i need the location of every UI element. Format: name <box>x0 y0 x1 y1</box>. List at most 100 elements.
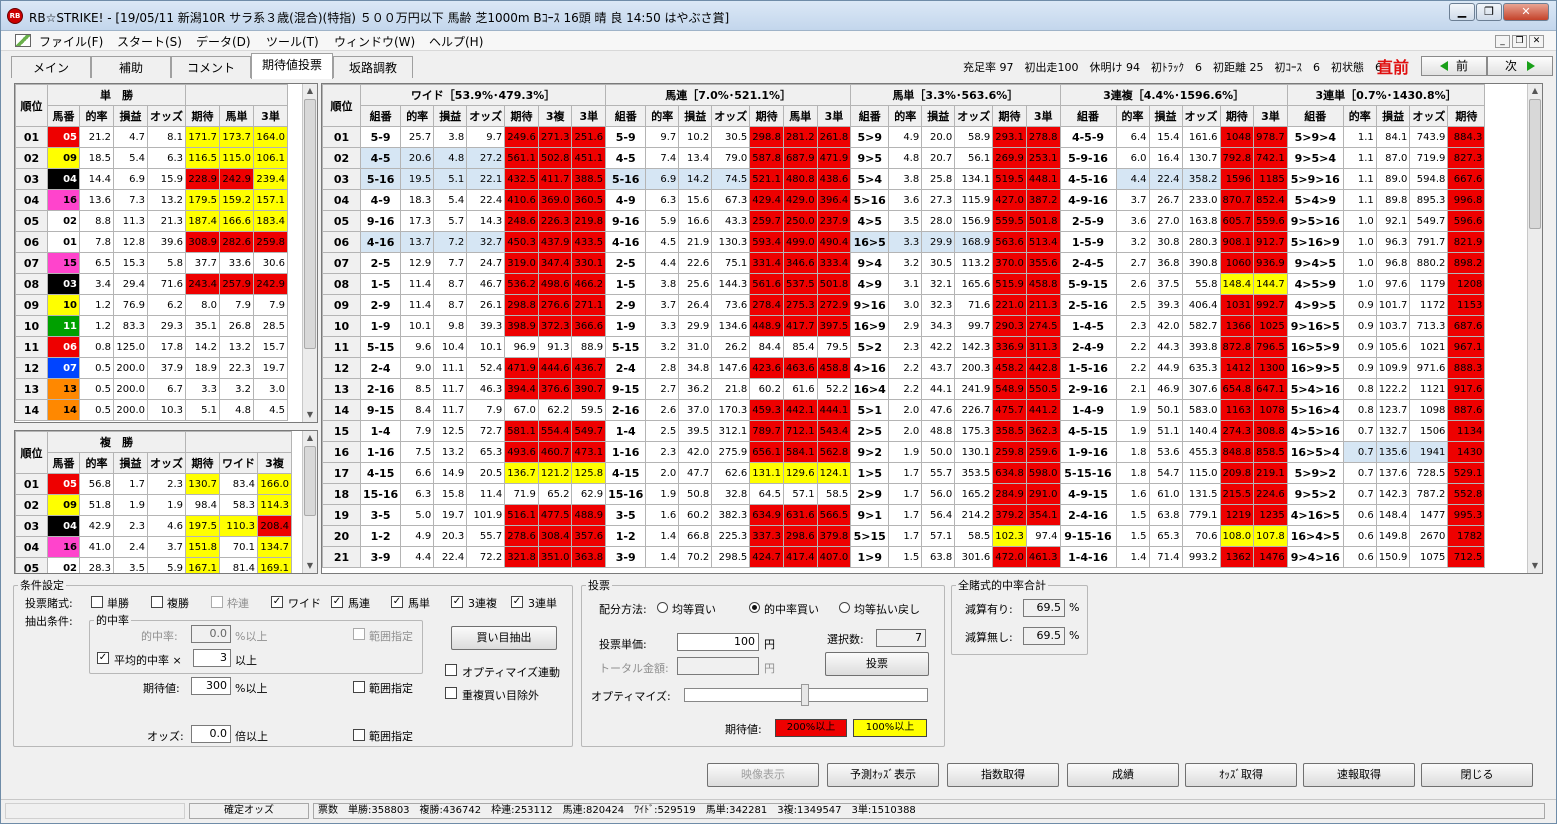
place-table-panel: 順位複 勝馬番 的率 損益 オッズ 期待 ワイド 3複 01 05 56.8 1.7 2.3 130.7… <box>14 430 318 574</box>
expect-cell: 442.1 <box>782 399 818 421</box>
range1-checkbox[interactable] <box>353 628 365 640</box>
combination-cell: 1>5 <box>850 462 890 484</box>
odds-input[interactable]: 0.0 <box>191 725 231 743</box>
combination-cell: 1-9-16 <box>1059 441 1117 463</box>
bet-win-checkbox[interactable] <box>91 596 103 608</box>
value-cell: 226.7 <box>954 399 994 421</box>
close-icon[interactable]: ✕ <box>1503 3 1549 21</box>
results-button[interactable]: 成績 <box>1067 763 1179 787</box>
next-button[interactable]: 次 <box>1487 56 1553 76</box>
value-cell: 46.9 <box>1148 378 1183 400</box>
place-table-scrollbar[interactable]: ▲ ▼ <box>302 431 317 573</box>
horse-number-cell: 16 <box>47 189 80 211</box>
menu-tool[interactable]: ツール(T) <box>266 33 319 50</box>
expect-cell: 187.4 <box>185 210 220 232</box>
minimize-icon[interactable]: ▁ <box>1449 3 1475 21</box>
bet-trifecta-checkbox[interactable]: ✓ <box>511 596 523 608</box>
value-cell: 4.8 <box>888 147 923 169</box>
mdi-minimize-icon[interactable]: _ <box>1495 35 1510 48</box>
dup-exclude-checkbox[interactable] <box>445 687 457 699</box>
expect-cell: 417.4 <box>782 546 818 568</box>
flash-fetch-button[interactable]: 速報取得 <box>1303 763 1415 787</box>
value-cell: 34.8 <box>678 357 713 379</box>
value-cell: 6.3 <box>400 483 435 505</box>
mdi-restore-icon[interactable]: ❐ <box>1512 35 1527 48</box>
combo-table-scrollbar[interactable]: ▲ ▼ <box>1527 84 1542 573</box>
menu-window[interactable]: ウィンドウ(W) <box>334 33 415 50</box>
value-cell: 406.4 <box>1181 294 1221 316</box>
bet-exacta-checkbox[interactable]: ✓ <box>391 596 403 608</box>
expect-cell: 1208 <box>1447 273 1486 295</box>
value-cell: 1.6 <box>645 504 680 526</box>
method-hit-rate-radio[interactable] <box>749 602 760 613</box>
value-cell: 65.3 <box>1148 525 1183 547</box>
menu-start[interactable]: スタート(S) <box>117 33 182 50</box>
prev-button[interactable]: 前 <box>1421 56 1487 76</box>
bet-trio-checkbox[interactable]: ✓ <box>451 596 463 608</box>
value-cell: 1.0 <box>1342 252 1377 274</box>
avg-hit-input[interactable]: 3 <box>193 649 231 667</box>
menu-help[interactable]: ヘルプ(H) <box>429 33 483 50</box>
range2-checkbox[interactable] <box>353 681 365 693</box>
menu-data[interactable]: データ(D) <box>196 33 251 50</box>
extract-bets-button[interactable]: 買い目抽出 <box>451 626 557 650</box>
tab-slope-training[interactable]: 坂路調教 <box>333 56 413 78</box>
odds-fetch-button[interactable]: ｵｯｽﾞ取得 <box>1185 763 1297 787</box>
close-button[interactable]: 閉じる <box>1421 763 1533 787</box>
expect-cell: 14.2 <box>185 336 220 358</box>
tab-comment[interactable]: コメント <box>171 56 251 78</box>
section-title: 3連複［4.4%･1596.6%］ <box>1059 84 1288 106</box>
predicted-odds-button[interactable]: 予測ｵｯｽﾞ表示 <box>827 763 939 787</box>
video-button[interactable]: 映像表示 <box>707 763 819 787</box>
tab-main[interactable]: メイン <box>11 56 91 78</box>
bet-bracket-checkbox[interactable] <box>211 596 223 608</box>
win-table-scrollbar[interactable]: ▲ ▼ <box>302 84 317 422</box>
title-bar[interactable]: RB RB☆STRIKE! - [19/05/11 新潟10R サラ系３歳(混合… <box>1 1 1556 31</box>
expect-cell: 308.9 <box>185 231 220 253</box>
optimize-link-checkbox[interactable] <box>445 664 457 676</box>
bet-place-label: 複勝 <box>167 597 189 610</box>
rank-cell: 04 <box>15 189 48 211</box>
tab-expected-vote[interactable]: 期待値投票 <box>251 53 333 79</box>
expect-cell: 311.3 <box>1025 336 1061 358</box>
expect-cell: 870.7 <box>1219 189 1255 211</box>
expect-cell: 242.9 <box>219 168 254 190</box>
combination-cell: 4>16>5 <box>1286 504 1344 526</box>
combination-cell: 2-5-9 <box>1059 210 1117 232</box>
expect-input[interactable]: 300 <box>191 677 231 695</box>
menu-file[interactable]: ファイル(F) <box>39 33 103 50</box>
combination-cell: 5-16 <box>359 168 402 190</box>
method-equal-radio[interactable] <box>657 602 668 613</box>
avg-hit-checkbox[interactable]: ✓ <box>97 652 109 664</box>
expect-cell: 272.9 <box>816 294 852 316</box>
expect-cell: 394.4 <box>504 378 539 400</box>
mdi-close-icon[interactable]: ✕ <box>1529 35 1544 48</box>
expect-cell: 490.4 <box>816 231 852 253</box>
vote-button[interactable]: 投票 <box>825 652 929 676</box>
unit-price-input[interactable]: 100 <box>677 633 759 651</box>
bet-quinella-checkbox[interactable]: ✓ <box>331 596 343 608</box>
index-fetch-button[interactable]: 指数取得 <box>947 763 1059 787</box>
expect-cell: 321.8 <box>504 546 539 568</box>
expect-cell: 159.2 <box>219 189 254 211</box>
expect-cell: 1596 <box>1219 168 1255 190</box>
method-equal-payout-radio[interactable] <box>839 602 850 613</box>
bet-place-checkbox[interactable] <box>151 596 163 608</box>
rank-cell: 01 <box>322 126 361 148</box>
value-cell: 6.0 <box>1115 147 1150 169</box>
expect-cell: 712.5 <box>1447 546 1486 568</box>
value-cell: 42.2 <box>921 336 956 358</box>
bet-wide-checkbox[interactable]: ✓ <box>271 596 283 608</box>
expect-cell: 442.8 <box>1025 357 1061 379</box>
range3-checkbox[interactable] <box>353 729 365 741</box>
expect-unit: %以上 <box>235 682 268 695</box>
value-cell: 1477 <box>1409 504 1449 526</box>
hit-rate-input[interactable]: 0.0 <box>191 625 231 643</box>
optimize-splitter[interactable] <box>801 684 809 706</box>
value-cell: 12.5 <box>433 420 468 442</box>
expect-cell: 84.4 <box>749 336 784 358</box>
rank-header: 順位 <box>15 84 48 127</box>
tab-aux[interactable]: 補助 <box>91 56 171 78</box>
maximize-icon[interactable]: ❐ <box>1476 3 1502 21</box>
value-cell: 1.1 <box>1342 189 1377 211</box>
